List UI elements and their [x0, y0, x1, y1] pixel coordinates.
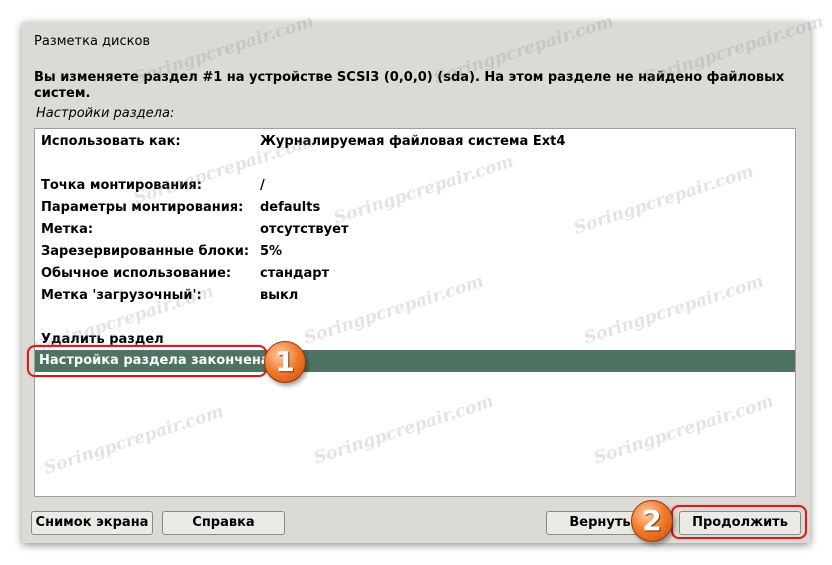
setting-row-reserved-blocks[interactable]: Зарезервированные блоки: 5% — [35, 241, 795, 263]
partition-settings-list[interactable]: Использовать как: Журналируемая файловая… — [34, 128, 796, 497]
setting-label: Метка 'загрузочный': — [41, 288, 202, 303]
setting-label: Зарезервированные блоки: — [41, 244, 250, 259]
setting-label: Метка: — [41, 222, 94, 237]
setting-row-typical-usage[interactable]: Обычное использование: стандарт — [35, 263, 795, 285]
setting-value: стандарт — [260, 266, 330, 281]
setting-value: выкл — [260, 288, 299, 303]
step-1-badge: 1 — [264, 341, 306, 383]
setting-label: Обычное использование: — [41, 266, 232, 281]
window-title: Разметка дисков — [34, 34, 151, 49]
setting-value: / — [260, 178, 265, 193]
setting-value: defaults — [260, 200, 321, 215]
setting-value: Журналируемая файловая система Ext4 — [260, 134, 566, 149]
setting-row-label[interactable]: Метка: отсутствует — [35, 219, 795, 241]
setting-row-use-as[interactable]: Использовать как: Журналируемая файловая… — [35, 131, 795, 153]
setting-value: отсутствует — [260, 222, 349, 237]
setting-row-mount-options[interactable]: Параметры монтирования: defaults — [35, 197, 795, 219]
setting-label: Точка монтирования: — [41, 178, 202, 193]
callout-highlight-2 — [671, 505, 807, 539]
setting-label: Параметры монтирования: — [41, 200, 244, 215]
help-button[interactable]: Справка — [162, 511, 285, 535]
settings-subtitle: Настройки раздела: — [36, 106, 175, 121]
callout-highlight-1 — [27, 345, 267, 377]
setting-value: 5% — [260, 244, 283, 259]
setting-row-bootable-flag[interactable]: Метка 'загрузочный': выкл — [35, 285, 795, 307]
step-2-badge: 2 — [631, 500, 673, 542]
partition-description: Вы изменяете раздел #1 на устройстве SCS… — [34, 70, 785, 101]
setting-row-mount-point[interactable]: Точка монтирования: / — [35, 175, 795, 197]
screenshot-button[interactable]: Снимок экрана — [31, 511, 153, 535]
setting-label: Использовать как: — [41, 134, 181, 149]
partition-dialog: Разметка дисков Вы изменяете раздел #1 н… — [22, 22, 810, 543]
